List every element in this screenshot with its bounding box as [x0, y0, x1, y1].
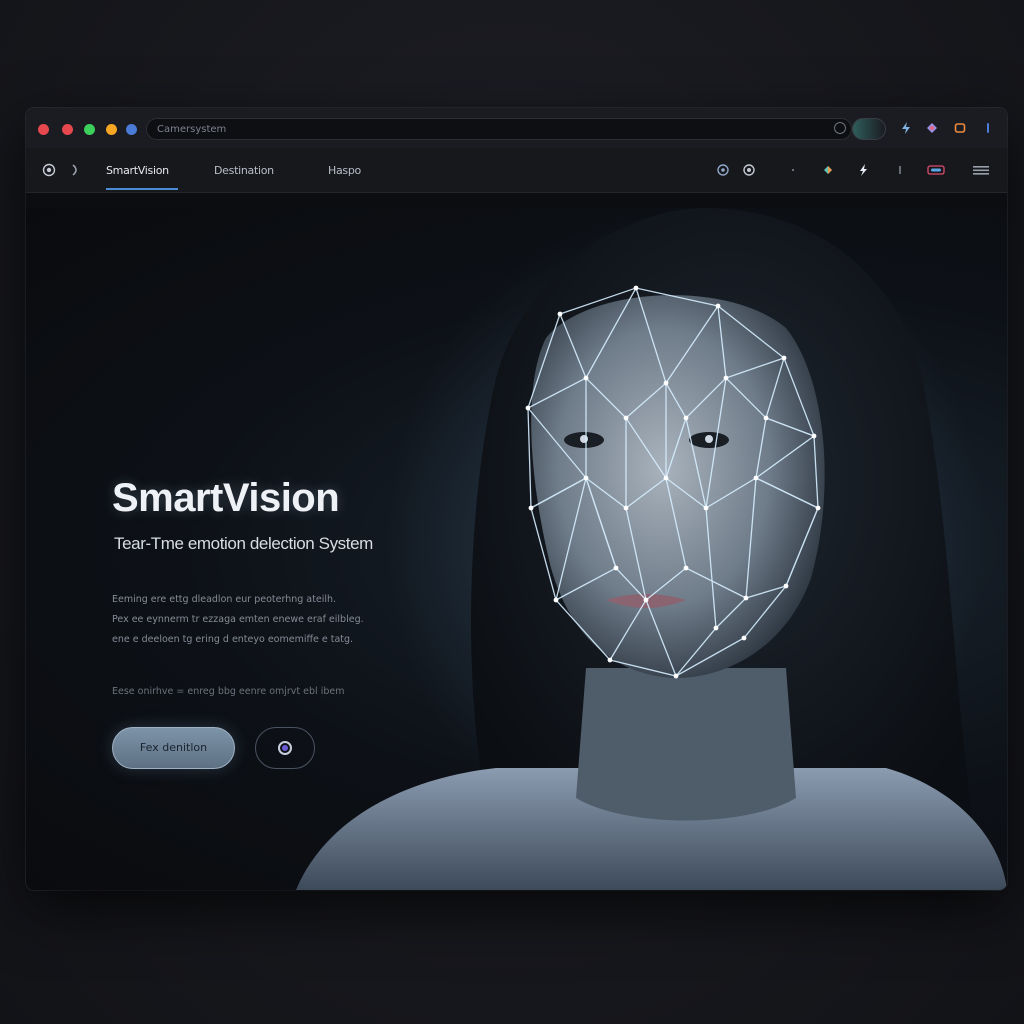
globe-icon[interactable]	[716, 163, 730, 177]
url-bar[interactable]: Camersystem	[146, 118, 852, 140]
face-detection-button[interactable]: Fex denitlon	[112, 727, 235, 769]
account-icon[interactable]	[926, 163, 946, 177]
reload-icon[interactable]	[834, 122, 846, 134]
description-line: Eeming ere ettg dleadlon eur peoterhng a…	[112, 594, 337, 605]
browser-toolbar: Camersystem	[26, 108, 1007, 149]
nav-link-destination[interactable]: Destination	[214, 164, 274, 177]
tab-dot-blue[interactable]	[126, 124, 137, 135]
hero-note: Eese onirhve = enreg bbg eenre omjrvt eb…	[112, 686, 345, 697]
profile-toggle[interactable]	[852, 118, 886, 140]
hero-description: Eeming ere ettg dleadlon eur peoterhng a…	[112, 590, 432, 650]
logo-icon[interactable]	[42, 163, 56, 177]
close-window-dot[interactable]	[38, 124, 49, 135]
site-navbar: SmartVision Destination Haspo	[26, 148, 1007, 193]
hero-subtitle: Tear-Tme emotion delection System	[114, 534, 373, 553]
theme-icon[interactable]	[68, 163, 82, 177]
hero-title: SmartVision	[112, 476, 340, 520]
divider-icon	[899, 166, 901, 174]
bolt-icon[interactable]	[899, 121, 913, 135]
browser-window: Camersystem SmartVision Destination Hasp…	[26, 108, 1007, 890]
minimize-window-dot[interactable]	[62, 124, 73, 135]
tab-dot-orange[interactable]	[106, 124, 117, 135]
hamburger-icon[interactable]	[972, 163, 990, 177]
gem-icon[interactable]	[821, 163, 835, 177]
bookmark-icon[interactable]	[953, 121, 967, 135]
nav-link-smartvision[interactable]: SmartVision	[106, 164, 169, 177]
extension-icon[interactable]	[925, 121, 939, 135]
menu-icon[interactable]	[981, 121, 995, 135]
description-line: Pex ee eynnerm tr ezzaga emten enewe era…	[112, 614, 364, 625]
record-dot	[282, 745, 288, 751]
maximize-window-dot[interactable]	[84, 124, 95, 135]
active-nav-indicator	[106, 188, 178, 190]
dot-icon	[792, 169, 794, 171]
description-line: ene e deeloen tg ering d enteyo eomemiff…	[112, 634, 354, 645]
record-button[interactable]	[255, 727, 315, 769]
hero-section: SmartVision Tear-Tme emotion delection S…	[26, 208, 1007, 890]
lightning-icon[interactable]	[856, 163, 870, 177]
nav-link-haspo[interactable]: Haspo	[328, 164, 361, 177]
settings-icon[interactable]	[742, 163, 756, 177]
